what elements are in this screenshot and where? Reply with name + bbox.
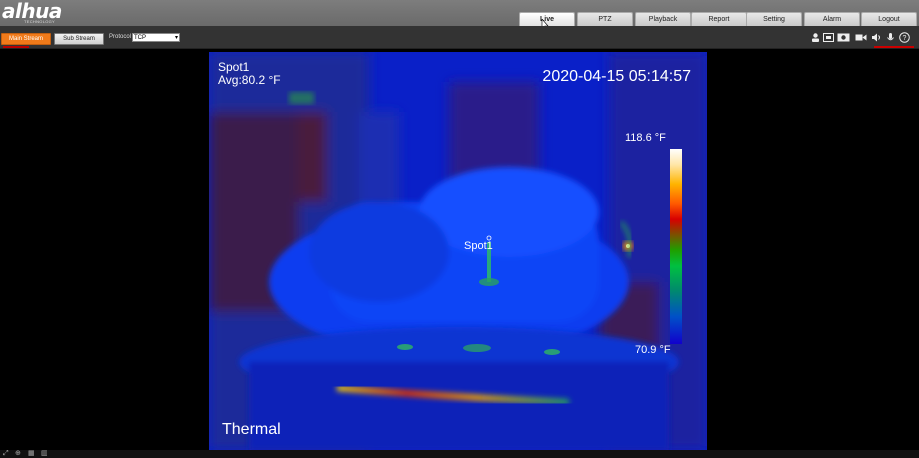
status-indicator-left xyxy=(3,46,29,48)
video-timestamp: 2020-04-15 05:14:57 xyxy=(542,68,691,85)
tab-logout[interactable]: Logout xyxy=(861,12,917,26)
protocol-value: TCP xyxy=(134,35,146,41)
sub-stream-button[interactable]: Sub Stream xyxy=(54,33,104,45)
svg-text:?: ? xyxy=(903,35,907,42)
record-icon[interactable] xyxy=(855,32,867,43)
zoom-icon[interactable]: ⊕ xyxy=(15,450,21,458)
chart-icon[interactable]: ▥ xyxy=(41,450,48,458)
spot-marker-label: Spot1 xyxy=(464,240,493,252)
tab-setting[interactable]: Setting xyxy=(746,12,802,26)
spot-average-temp: Avg:80.2 °F xyxy=(218,73,281,87)
fit-window-icon[interactable]: ⤢ xyxy=(3,450,9,458)
tab-ptz[interactable]: PTZ xyxy=(577,12,633,26)
protocol-label: Protocol xyxy=(109,34,132,40)
temperature-color-scale xyxy=(670,149,682,344)
brand-logo-subtitle: TECHNOLOGY xyxy=(24,19,56,24)
status-indicator-right xyxy=(874,46,914,48)
toolbar-icons: ? xyxy=(810,32,916,43)
protocol-select[interactable]: TCP ▾ xyxy=(132,33,180,42)
main-stream-button[interactable]: Main Stream xyxy=(1,33,51,45)
tab-playback[interactable]: Playback xyxy=(635,12,691,26)
grid-icon[interactable]: ▦ xyxy=(28,450,35,458)
mic-icon[interactable] xyxy=(885,32,896,43)
capture-icon[interactable] xyxy=(823,32,834,43)
bottom-toolbar: ⤢ ⊕ ▦ ▥ xyxy=(0,450,919,458)
brand-logo: alhua xyxy=(2,0,62,23)
scale-min-temp: 70.9 °F xyxy=(635,344,671,356)
person-icon[interactable] xyxy=(810,32,821,43)
scale-max-temp: 118.6 °F xyxy=(625,132,666,144)
tab-alarm[interactable]: Alarm xyxy=(804,12,860,26)
top-header: alhua TECHNOLOGY Live PTZ Playback Repor… xyxy=(0,0,919,31)
audio-icon[interactable] xyxy=(871,32,882,43)
chevron-down-icon: ▾ xyxy=(174,35,178,41)
thermal-image xyxy=(209,52,707,450)
help-icon[interactable]: ? xyxy=(899,32,910,43)
channel-name: Thermal xyxy=(222,421,281,438)
snapshot-icon[interactable] xyxy=(837,32,850,43)
tab-report[interactable]: Report xyxy=(691,12,747,26)
video-viewport[interactable]: Spot1 Avg:80.2 °F 2020-04-15 05:14:57 11… xyxy=(209,52,707,450)
stream-toolbar: Main Stream Sub Stream Protocol TCP ▾ ? xyxy=(0,26,919,49)
spot-name: Spot1 xyxy=(218,60,250,74)
